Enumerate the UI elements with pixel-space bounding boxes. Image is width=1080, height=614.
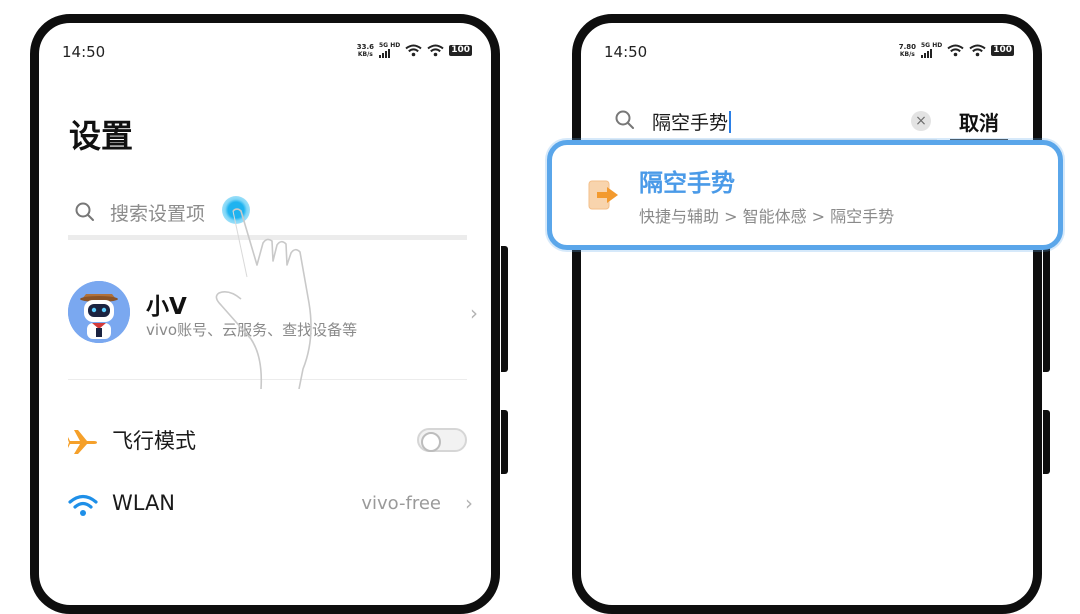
network-speed: 7.80 KB/s: [898, 42, 916, 58]
network-speed: 33.6 KB/s: [356, 42, 374, 58]
status-bar: 14:50 7.80 KB/s 5G HD 100: [581, 23, 1033, 67]
settings-item-label: WLAN: [112, 491, 176, 515]
search-input[interactable]: 隔空手势 ×: [610, 105, 937, 144]
search-query-value: 隔空手势: [652, 112, 729, 134]
search-icon: [75, 202, 94, 221]
airplane-icon: [68, 430, 97, 454]
wifi-status-icon: [405, 44, 422, 57]
cellular-signal: 5G HD: [379, 43, 400, 58]
airplane-mode-toggle[interactable]: [417, 428, 467, 452]
search-icon: [615, 110, 634, 129]
network-speed-unit: KB/s: [899, 50, 915, 58]
settings-item-wlan[interactable]: WLAN vivo-free ›: [68, 485, 473, 529]
cancel-label: 取消: [959, 111, 999, 135]
signal-bars-icon: [379, 49, 390, 58]
status-icons: 7.80 KB/s 5G HD 100: [899, 43, 1014, 58]
wlan-network-name: vivo-free: [361, 493, 441, 514]
battery-icon: 100: [991, 45, 1014, 56]
robot-mascot-icon: [68, 281, 130, 343]
signal-bars-icon: [921, 49, 932, 58]
page-title: 设置: [69, 117, 134, 155]
network-speed-unit: KB/s: [357, 50, 373, 58]
phone-side-button: [1043, 246, 1050, 372]
wifi-status-icon-2: [427, 44, 444, 57]
cancel-button[interactable]: 取消: [950, 105, 1008, 144]
clear-search-icon[interactable]: ×: [911, 111, 931, 131]
search-query-text: 隔空手势: [652, 108, 732, 135]
search-result-title: 隔空手势: [639, 169, 735, 197]
settings-item-label: 飞行模式: [112, 429, 196, 453]
cellular-signal: 5G HD: [921, 43, 942, 58]
phone-frame-left: 14:50 33.6 KB/s 5G HD 100 设置 搜索设置项 小V vi…: [30, 14, 500, 614]
status-time: 14:50: [62, 43, 106, 61]
chevron-right-icon: ›: [470, 301, 478, 325]
text-cursor: [729, 111, 732, 133]
settings-item-airplane-mode[interactable]: 飞行模式: [68, 419, 467, 463]
wifi-icon: [68, 494, 98, 516]
battery-icon: 100: [449, 45, 472, 56]
search-placeholder: 搜索设置项: [110, 203, 206, 225]
account-name: 小V: [146, 294, 187, 320]
network-speed-value: 33.6: [356, 42, 374, 51]
search-result-path: 快捷与辅助 > 智能体感 > 隔空手势: [639, 207, 895, 226]
phone-side-button: [1043, 410, 1050, 474]
status-icons: 33.6 KB/s 5G HD 100: [357, 43, 472, 58]
status-bar: 14:50 33.6 KB/s 5G HD 100: [39, 23, 491, 67]
phone-frame-right: 14:50 7.80 KB/s 5G HD 100 隔空手势 × 取消: [572, 14, 1042, 614]
pointing-hand-icon: [215, 208, 312, 389]
chevron-right-icon: ›: [465, 491, 473, 515]
wifi-status-icon: [947, 44, 964, 57]
search-result-item[interactable]: 隔空手势 快捷与辅助 > 智能体感 > 隔空手势: [547, 140, 1063, 250]
status-time: 14:50: [604, 43, 648, 61]
phone-side-button: [501, 410, 508, 474]
wifi-status-icon-2: [969, 44, 986, 57]
network-speed-value: 7.80: [898, 42, 916, 51]
gesture-exit-icon: [588, 180, 618, 210]
phone-side-button: [501, 246, 508, 372]
avatar: [68, 281, 130, 343]
